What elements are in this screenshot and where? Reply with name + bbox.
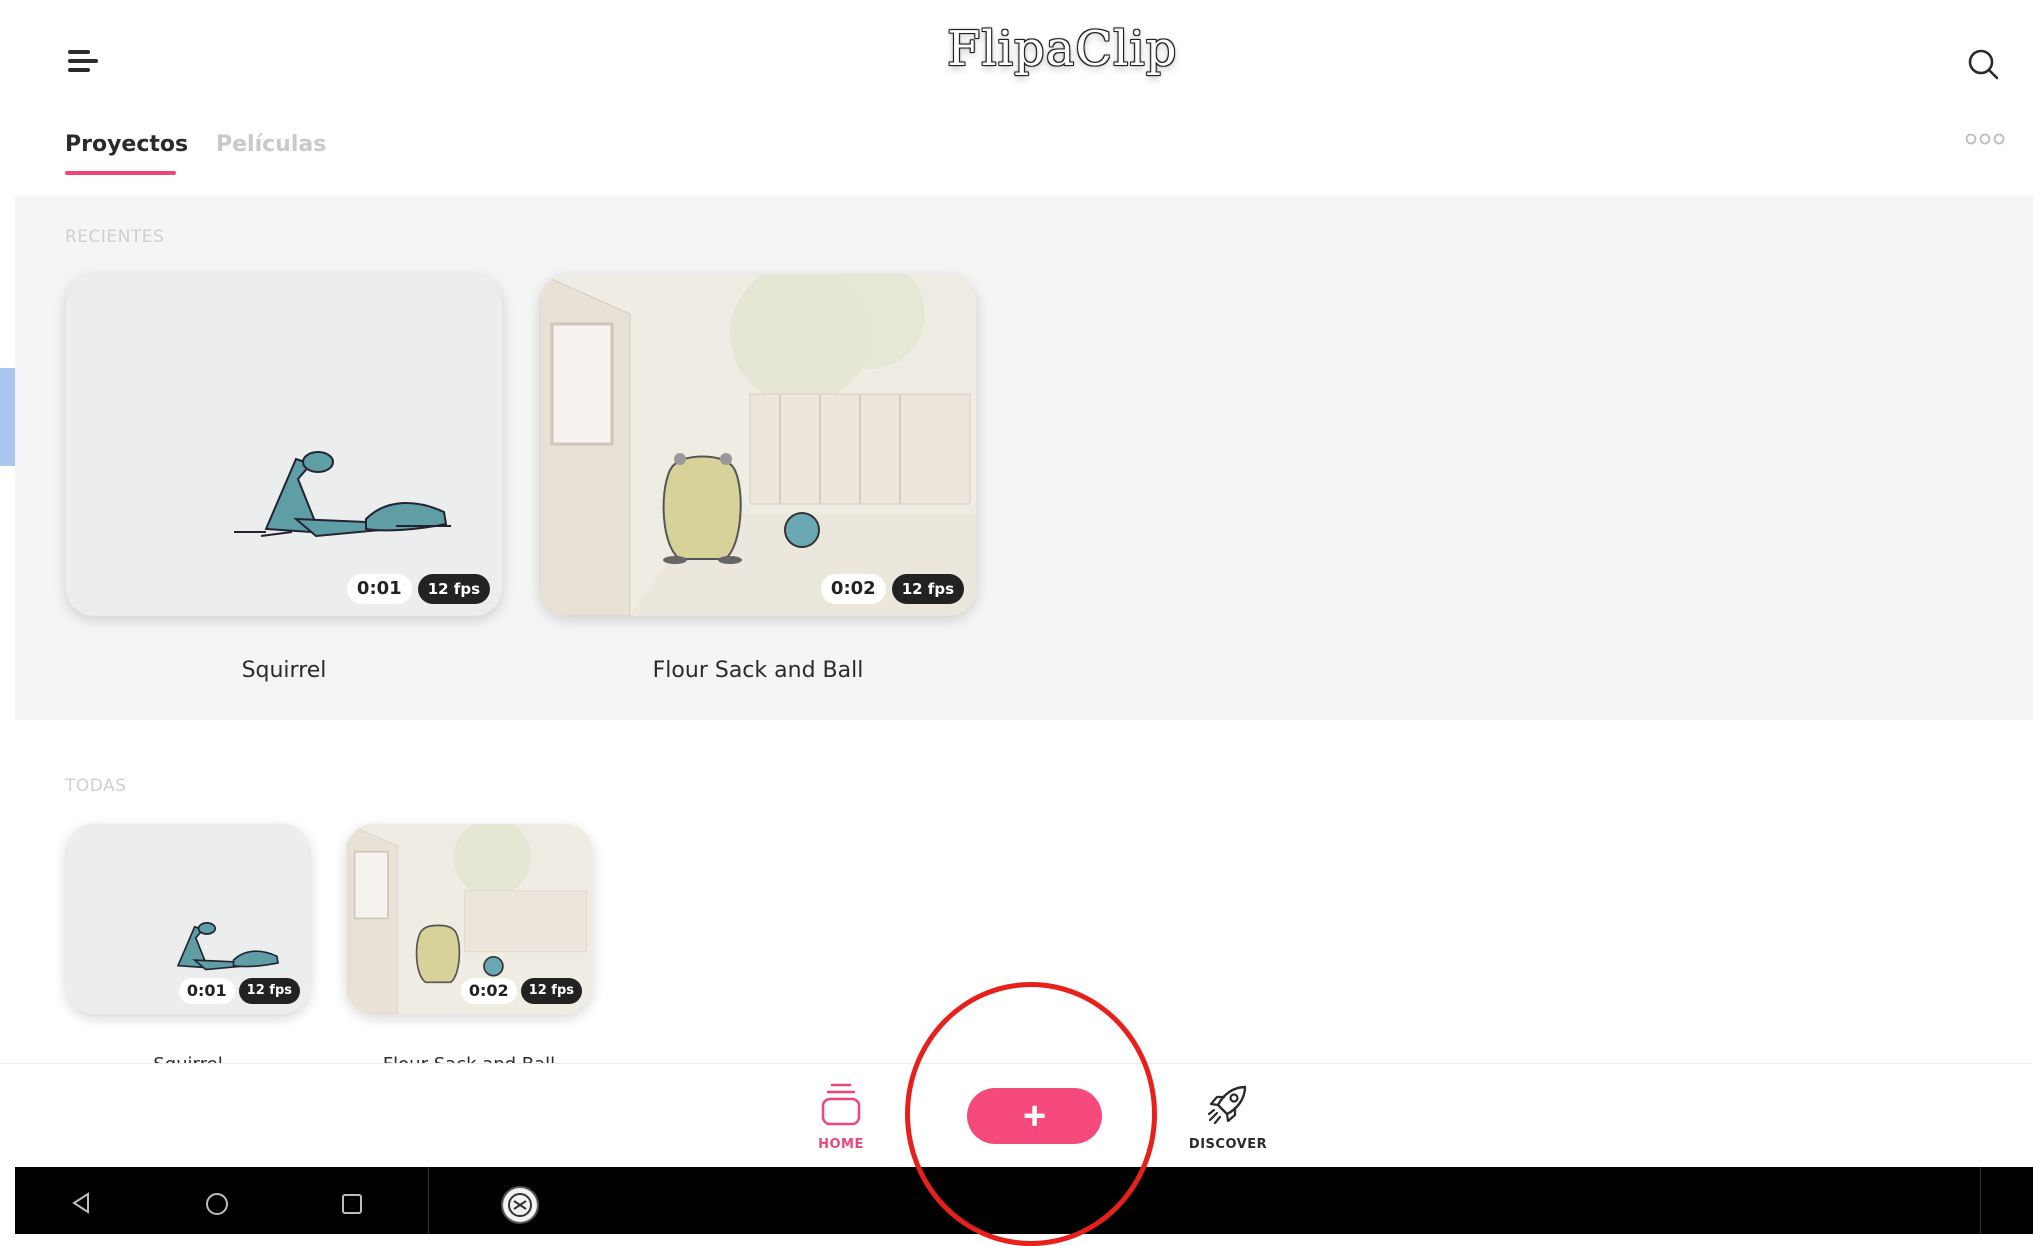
tab-active-indicator	[65, 171, 176, 175]
nav-home-label[interactable]: HOME	[812, 1137, 870, 1152]
duration-badge: 0:01	[346, 574, 412, 604]
rocket-icon[interactable]	[1205, 1083, 1249, 1127]
fps-badge: 12 fps	[520, 978, 582, 1004]
fps-badge: 12 fps	[238, 978, 300, 1004]
nav-discover-label[interactable]: DISCOVER	[1183, 1137, 1273, 1152]
duration-badge: 0:02	[460, 978, 517, 1004]
duration-badge: 0:01	[178, 978, 235, 1004]
squirrel-thumbnail	[234, 451, 451, 538]
fps-badge: 12 fps	[417, 574, 490, 604]
fps-badge: 12 fps	[891, 574, 964, 604]
back-icon[interactable]	[70, 1192, 92, 1214]
project-title[interactable]: Squirrel	[66, 658, 502, 683]
edge-tab	[0, 368, 15, 466]
home-circle-icon[interactable]	[205, 1192, 229, 1216]
project-card-squirrel-small[interactable]: 0:01 12 fps	[66, 824, 310, 1014]
section-label-recent: RECIENTES	[65, 227, 165, 247]
search-icon[interactable]	[1967, 48, 1999, 80]
home-icon[interactable]	[820, 1082, 862, 1126]
app-logo: FlipaClip	[947, 21, 1178, 77]
recents-icon[interactable]	[341, 1193, 363, 1215]
divider	[1980, 1167, 1981, 1234]
tab-movies[interactable]: Películas	[216, 132, 326, 157]
app-icon[interactable]	[500, 1185, 540, 1225]
project-card-squirrel[interactable]: 0:01 12 fps	[66, 274, 502, 616]
project-card-flour-sack[interactable]: 0:02 12 fps	[540, 274, 976, 616]
divider	[428, 1167, 429, 1234]
flour-sack-thumbnail	[540, 274, 976, 616]
tab-projects[interactable]: Proyectos	[65, 132, 188, 157]
section-label-all: TODAS	[65, 776, 127, 796]
project-card-flour-sack-small[interactable]: 0:02 12 fps	[346, 824, 592, 1014]
project-title[interactable]: Flour Sack and Ball	[540, 658, 976, 683]
more-icon[interactable]	[1965, 132, 2005, 146]
menu-icon[interactable]	[68, 50, 98, 76]
highlight-annotation	[905, 982, 1157, 1246]
duration-badge: 0:02	[820, 574, 886, 604]
